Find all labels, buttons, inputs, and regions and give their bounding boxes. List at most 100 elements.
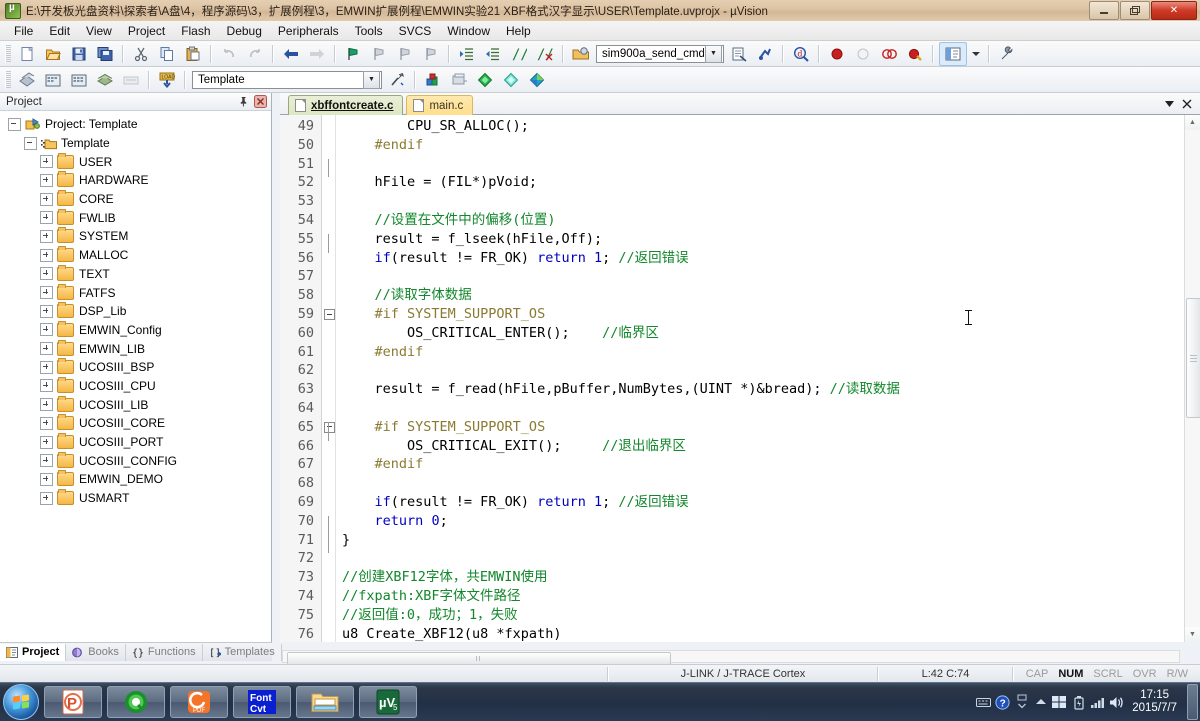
translate-icon[interactable] — [15, 68, 39, 92]
panel-tab-templates[interactable]: [] Templates — [203, 643, 282, 661]
code-line[interactable]: result = f_read(hFile,pBuffer,NumBytes,(… — [336, 380, 1200, 399]
expand-icon[interactable] — [40, 155, 53, 169]
copy-icon[interactable] — [155, 42, 179, 66]
code-editor[interactable]: 49 50 51 52 53 54 55 56 57 58 59 60 61 62 63 64 65 66 67 68… — [280, 115, 1200, 642]
tree-item-system[interactable]: SYSTEM — [0, 227, 271, 246]
expand-icon[interactable] — [40, 472, 53, 486]
panel-tab-functions[interactable]: {} Functions — [126, 643, 203, 661]
bookmark-clear-icon[interactable] — [419, 42, 443, 66]
scroll-down-arrow[interactable]: ▼ — [1185, 627, 1200, 642]
stop-build-icon[interactable] — [119, 68, 143, 92]
restore-button[interactable] — [1120, 1, 1150, 20]
code-line[interactable]: if(result != FR_OK) return 1; //返回错误 — [336, 249, 1200, 268]
expand-icon[interactable] — [40, 304, 53, 318]
code-line[interactable] — [336, 267, 1200, 286]
menu-file[interactable]: File — [6, 22, 41, 40]
expand-icon[interactable] — [40, 454, 53, 468]
manage-project-items-icon[interactable] — [727, 42, 751, 66]
network-icon[interactable] — [1088, 691, 1107, 713]
cyan-diamond-icon[interactable] — [499, 68, 523, 92]
tree-item-project-template[interactable]: Project: Template — [0, 115, 271, 134]
paste-icon[interactable] — [181, 42, 205, 66]
indent-icon[interactable] — [455, 42, 479, 66]
code-line[interactable] — [336, 399, 1200, 418]
open-file-icon[interactable] — [41, 42, 65, 66]
expand-icon[interactable] — [40, 173, 53, 187]
tree-item-ucosiii-cpu[interactable]: UCOSIII_CPU — [0, 376, 271, 396]
minimize-button[interactable] — [1089, 1, 1119, 20]
keyboard-layout-icon[interactable] — [974, 691, 993, 713]
tree-item-hardware[interactable]: HARDWARE — [0, 171, 271, 190]
tree-item-dsp-lib[interactable]: DSP_Lib — [0, 302, 271, 321]
code-line[interactable] — [336, 361, 1200, 380]
chevron-down-icon[interactable] — [1160, 96, 1178, 111]
tree-item-ucosiii-config[interactable]: UCOSIII_CONFIG — [0, 451, 271, 470]
find-in-files-icon[interactable]: d — [789, 42, 813, 66]
menu-debug[interactable]: Debug — [219, 22, 270, 40]
target-select[interactable]: sim900a_send_cmd ▼ — [596, 44, 724, 63]
show-desktop-button[interactable] — [1187, 684, 1198, 720]
code-line[interactable]: } — [336, 531, 1200, 550]
build-icon[interactable] — [41, 68, 65, 92]
code-line[interactable]: OS_CRITICAL_ENTER(); //临界区 — [336, 324, 1200, 343]
tree-item-ucosiii-bsp[interactable]: UCOSIII_BSP — [0, 358, 271, 377]
code-line[interactable]: u8 Create_XBF12(u8 *fxpath) — [336, 625, 1200, 642]
pin-icon[interactable] — [236, 94, 251, 109]
tray-expand-icon[interactable] — [1031, 691, 1050, 713]
breakpoint-disableall-icon[interactable] — [903, 42, 927, 66]
code-line[interactable]: CPU_SR_ALLOC(); — [336, 117, 1200, 136]
code-line[interactable]: //fxpath:XBF字体文件路径 — [336, 587, 1200, 606]
close-icon[interactable] — [253, 94, 268, 109]
collapse-icon[interactable] — [24, 136, 37, 150]
menu-view[interactable]: View — [78, 22, 120, 40]
taskbar-item-qq-browser[interactable] — [107, 686, 165, 718]
code-line[interactable]: hFile = (FIL*)pVoid; — [336, 173, 1200, 192]
scroll-up-arrow[interactable]: ▲ — [1185, 115, 1200, 130]
pack-installer-icon[interactable] — [525, 68, 549, 92]
code-line[interactable] — [336, 474, 1200, 493]
rebuild-icon[interactable] — [67, 68, 91, 92]
menu-edit[interactable]: Edit — [41, 22, 78, 40]
code-line[interactable]: //读取字体数据 — [336, 286, 1200, 305]
menu-peripherals[interactable]: Peripherals — [270, 22, 347, 40]
forward-icon[interactable] — [305, 42, 329, 66]
code-line[interactable]: //返回值:0，成功；1，失败 — [336, 606, 1200, 625]
menu-window[interactable]: Window — [439, 22, 498, 40]
code-line[interactable]: #endif — [336, 455, 1200, 474]
code-line[interactable] — [336, 155, 1200, 174]
save-icon[interactable] — [67, 42, 91, 66]
expand-icon[interactable] — [40, 267, 53, 281]
menu-help[interactable]: Help — [498, 22, 539, 40]
configure-icon[interactable] — [995, 42, 1019, 66]
chevron-down-icon[interactable]: ▼ — [363, 70, 380, 89]
tree-item-core[interactable]: CORE — [0, 190, 271, 209]
help-icon[interactable]: ? — [993, 691, 1012, 713]
volume-icon[interactable] — [1107, 691, 1126, 713]
expand-icon[interactable] — [40, 342, 53, 356]
expand-icon[interactable] — [40, 323, 53, 337]
taskbar-clock[interactable]: 17:15 2015/7/7 — [1126, 689, 1185, 715]
code-line[interactable]: #if SYSTEM_SUPPORT_OS — [336, 418, 1200, 437]
code-line[interactable] — [336, 192, 1200, 211]
expand-icon[interactable] — [40, 229, 53, 243]
windows-tile-icon[interactable] — [1050, 691, 1069, 713]
taskbar-item-font-cvt[interactable]: Font Cvt — [233, 686, 291, 718]
menu-project[interactable]: Project — [120, 22, 173, 40]
expand-icon[interactable] — [40, 248, 53, 262]
code-line[interactable]: return 0; — [336, 512, 1200, 531]
editor-tab-main[interactable]: main.c — [406, 95, 474, 115]
cut-icon[interactable] — [129, 42, 153, 66]
editor-horizontal-scrollbar[interactable] — [282, 650, 1180, 665]
project-select[interactable]: Template ▼ — [192, 70, 382, 89]
expand-icon[interactable] — [40, 286, 53, 300]
breakpoint-removeall-icon[interactable] — [877, 42, 901, 66]
tree-item-fatfs[interactable]: FATFS — [0, 283, 271, 302]
fold-toggle[interactable] — [324, 309, 335, 320]
code-line[interactable]: #endif — [336, 136, 1200, 155]
tree-item-user[interactable]: USER — [0, 152, 271, 171]
manage-windows-dropdown[interactable] — [969, 42, 983, 66]
bookmark-next-icon[interactable] — [393, 42, 417, 66]
expand-icon[interactable] — [40, 379, 53, 393]
tree-item-ucosiii-lib[interactable]: UCOSIII_LIB — [0, 395, 271, 414]
menu-tools[interactable]: Tools — [347, 22, 391, 40]
